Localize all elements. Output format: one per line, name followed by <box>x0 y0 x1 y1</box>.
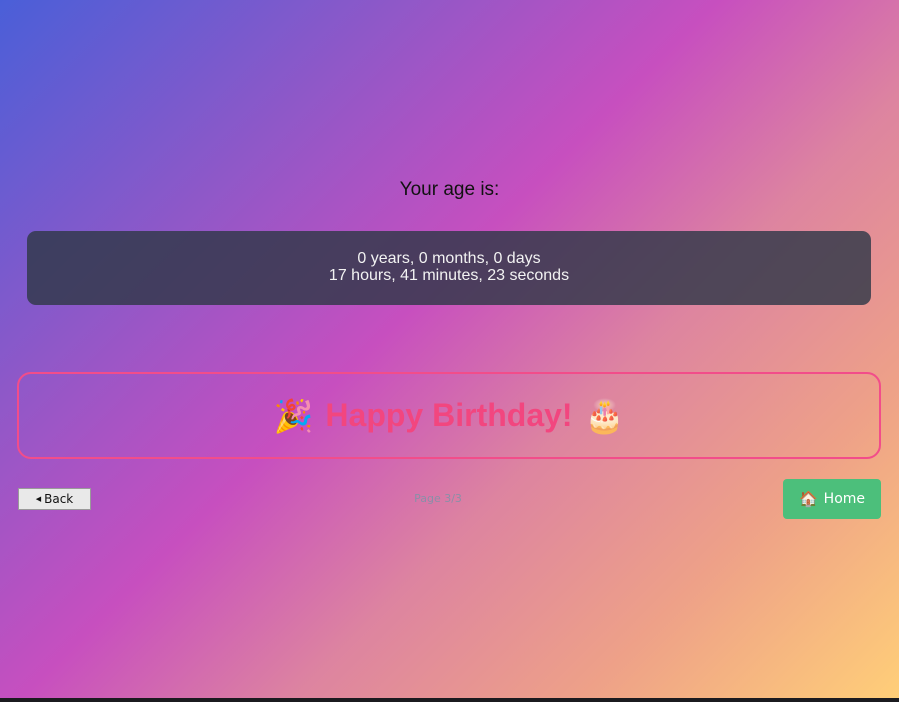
birthday-message: Happy Birthday! <box>325 397 573 433</box>
home-icon: 🏠 <box>798 490 818 508</box>
age-time-line: 17 hours, 41 minutes, 23 seconds <box>328 267 570 284</box>
home-button-label: Home <box>823 491 866 507</box>
age-display: 0 years, 0 months, 0 days 17 hours, 41 m… <box>27 231 871 305</box>
party-popper-icon: 🎉 <box>273 396 314 435</box>
cake-icon: 🎂 <box>584 396 625 435</box>
window-bottom-edge <box>0 698 899 702</box>
home-button[interactable]: 🏠 Home <box>783 479 881 519</box>
age-heading: Your age is: <box>399 179 500 200</box>
page-indicator: Page 3/3 <box>414 492 462 505</box>
age-date-line: 0 years, 0 months, 0 days <box>357 250 541 267</box>
birthday-banner: 🎉 Happy Birthday! 🎂 <box>17 372 881 459</box>
